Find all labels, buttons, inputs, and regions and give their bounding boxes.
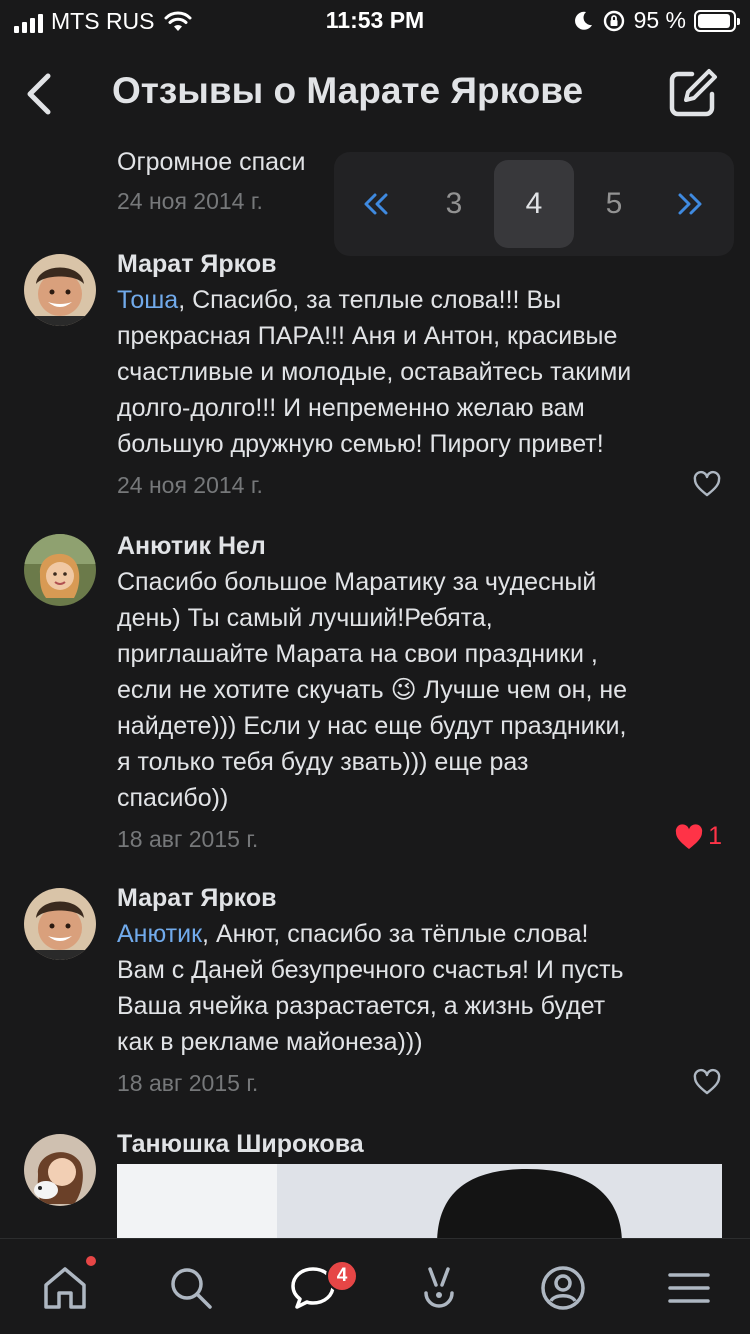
messages-badge: 4 — [326, 1260, 358, 1292]
heart-outline-icon — [693, 1068, 721, 1095]
avatar[interactable] — [24, 534, 96, 606]
prev-pages-button[interactable] — [336, 160, 416, 248]
page-title: Отзывы о Марате Яркове — [112, 70, 584, 111]
comment-author[interactable]: Анютик Нел — [117, 532, 266, 561]
comment-date: 18 авг 2015 г. — [117, 826, 259, 852]
profile-icon[interactable] — [538, 1263, 588, 1313]
attached-photo[interactable] — [117, 1164, 722, 1238]
avatar[interactable] — [24, 254, 96, 326]
comment-author[interactable]: Марат Ярков — [117, 250, 276, 279]
like-button[interactable] — [692, 470, 722, 498]
post-text-truncated: Огромное спаси — [117, 148, 306, 176]
pagination: 3 4 5 — [334, 152, 734, 256]
comment-date: 24 ноя 2014 г. — [117, 472, 263, 498]
compose-icon[interactable] — [664, 66, 720, 122]
heart-filled-icon — [675, 823, 703, 849]
like-button[interactable] — [692, 1068, 722, 1096]
avatar[interactable] — [24, 888, 96, 960]
back-arrow-icon[interactable] — [20, 68, 60, 120]
comment-author[interactable]: Марат Ярков — [117, 884, 276, 913]
comment-date: 18 авг 2015 г. — [117, 1070, 259, 1096]
comment-author[interactable]: Танюшка Широкова — [117, 1130, 364, 1159]
tab-bar — [0, 1238, 750, 1334]
double-chevron-left-icon — [364, 193, 388, 215]
mention-link[interactable]: Анютик — [117, 920, 202, 948]
double-chevron-right-icon — [678, 193, 702, 215]
notification-dot — [86, 1256, 96, 1266]
battery-percent: 95 % — [633, 7, 686, 33]
rotation-lock-icon — [603, 10, 624, 31]
nav-header: Отзывы о Марате Яркове — [0, 48, 750, 140]
battery-icon — [694, 9, 740, 32]
next-pages-button[interactable] — [650, 160, 730, 248]
search-icon[interactable] — [166, 1263, 216, 1313]
comment-text: Спасибо большое Маратику за чудесный ден… — [117, 568, 628, 812]
reviews-feed[interactable]: Огромное спаси 24 ноя 2014 г. Марат Ярко… — [0, 140, 750, 1238]
like-count: 1 — [708, 822, 722, 850]
mention-link[interactable]: Тоша — [117, 286, 178, 314]
comment-text: Анютик, Анют, спасибо за тёплые слова! В… — [117, 920, 624, 1056]
like-button[interactable]: 1 — [674, 822, 722, 851]
page-button[interactable]: 5 — [574, 160, 654, 248]
comment-text: Тоша, Спасибо, за теплые слова!!! Вы пре… — [117, 286, 632, 458]
post-date: 24 ноя 2014 г. — [117, 188, 263, 214]
status-bar: MTS RUS 11:53 PM 95 % — [0, 0, 750, 40]
heart-outline-icon — [693, 470, 721, 497]
moon-icon — [574, 11, 592, 30]
page-button-current[interactable]: 4 — [494, 160, 574, 248]
avatar[interactable] — [24, 1134, 96, 1206]
page-button[interactable]: 3 — [414, 160, 494, 248]
clips-icon[interactable] — [414, 1263, 464, 1313]
menu-icon[interactable] — [664, 1263, 714, 1313]
home-icon[interactable] — [40, 1263, 90, 1313]
